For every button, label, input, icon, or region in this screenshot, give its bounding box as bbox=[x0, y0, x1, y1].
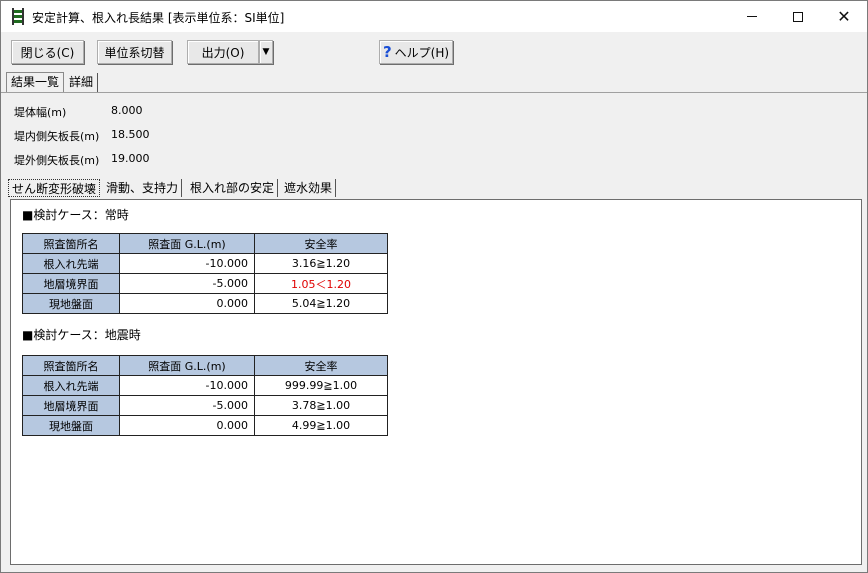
info-value: 8.000 bbox=[111, 104, 143, 117]
window-bottom-edge bbox=[1, 567, 867, 572]
app-icon bbox=[11, 8, 25, 25]
cell-gl: -5.000 bbox=[119, 395, 255, 416]
cell-location: 現地盤面 bbox=[22, 293, 120, 314]
cell-safety-factor: 3.78≧1.00 bbox=[254, 395, 388, 416]
title-bar[interactable]: 安定計算、根入れ長結果 [表示単位系：SI単位] ✕ bbox=[1, 1, 867, 32]
table-row: 地層境界面 -5.000 3.78≧1.00 bbox=[22, 395, 388, 416]
case-title-seismic: ■検討ケース：地震時 bbox=[22, 328, 141, 342]
maximize-icon bbox=[793, 11, 803, 22]
cell-location: 地層境界面 bbox=[22, 395, 120, 416]
info-label: 堤体幅(m) bbox=[14, 106, 67, 119]
header-safety-factor: 安全率 bbox=[254, 355, 388, 376]
cell-gl: 0.000 bbox=[119, 415, 255, 436]
minimize-button[interactable] bbox=[729, 1, 775, 32]
subtab-seepage-cutoff[interactable]: 遮水効果 bbox=[281, 179, 337, 197]
tab-detail[interactable]: 詳細 bbox=[65, 73, 99, 92]
help-button[interactable]: ? ヘルプ(H) bbox=[379, 40, 453, 64]
table-row: 根入れ先端 -10.000 999.99≧1.00 bbox=[22, 375, 388, 396]
info-value: 19.000 bbox=[111, 152, 150, 165]
cell-safety-factor: 5.04≧1.20 bbox=[254, 293, 388, 314]
cell-location: 根入れ先端 bbox=[22, 253, 120, 274]
table-row: 現地盤面 0.000 4.99≧1.00 bbox=[22, 415, 388, 436]
info-value: 18.500 bbox=[111, 128, 150, 141]
subtab-embedment-stability[interactable]: 根入れ部の安定 bbox=[187, 179, 279, 197]
subtab-shear-deformation[interactable]: せん断変形破壊 bbox=[8, 179, 101, 197]
cell-gl: -5.000 bbox=[119, 273, 255, 294]
table-header-row: 照査箇所名 照査面 G.L.(m) 安全率 bbox=[22, 233, 388, 254]
cell-safety-factor-ng: 1.05＜1.20 bbox=[254, 273, 388, 294]
close-button[interactable]: 閉じる(C) bbox=[11, 40, 84, 64]
table-row: 地層境界面 -5.000 1.05＜1.20 bbox=[22, 273, 388, 294]
table-header-row: 照査箇所名 照査面 G.L.(m) 安全率 bbox=[22, 355, 388, 376]
header-gl: 照査面 G.L.(m) bbox=[119, 355, 255, 376]
cell-gl: -10.000 bbox=[119, 253, 255, 274]
cell-gl: 0.000 bbox=[119, 293, 255, 314]
close-window-button[interactable]: ✕ bbox=[821, 1, 867, 32]
maximize-button[interactable] bbox=[775, 1, 821, 32]
header-gl: 照査面 G.L.(m) bbox=[119, 233, 255, 254]
header-safety-factor: 安全率 bbox=[254, 233, 388, 254]
cell-safety-factor: 999.99≧1.00 bbox=[254, 375, 388, 396]
tab-divider bbox=[1, 92, 867, 93]
info-row-inner-sheetpile: 堤内側矢板長(m) 18.500 bbox=[14, 128, 150, 144]
toolbar: 閉じる(C) 単位系切替 出力(O) ▼ ? ヘルプ(H) bbox=[1, 32, 867, 70]
result-table-normal: 照査箇所名 照査面 G.L.(m) 安全率 根入れ先端 -10.000 3.16… bbox=[22, 233, 388, 314]
help-icon: ? bbox=[382, 43, 392, 61]
case-title-normal: ■検討ケース：常時 bbox=[22, 208, 129, 222]
cell-gl: -10.000 bbox=[119, 375, 255, 396]
header-location: 照査箇所名 bbox=[22, 233, 120, 254]
cell-location: 地層境界面 bbox=[22, 273, 120, 294]
minimize-icon bbox=[747, 16, 757, 17]
unit-switch-button[interactable]: 単位系切替 bbox=[97, 40, 172, 64]
window-title: 安定計算、根入れ長結果 [表示単位系：SI単位] bbox=[32, 11, 285, 25]
info-row-outer-sheetpile: 堤外側矢板長(m) 19.000 bbox=[14, 152, 150, 168]
result-table-seismic: 照査箇所名 照査面 G.L.(m) 安全率 根入れ先端 -10.000 999.… bbox=[22, 355, 388, 436]
table-row: 現地盤面 0.000 5.04≧1.20 bbox=[22, 293, 388, 314]
info-label: 堤外側矢板長(m) bbox=[14, 154, 100, 167]
cell-safety-factor: 3.16≧1.20 bbox=[254, 253, 388, 274]
help-label: ヘルプ(H) bbox=[394, 45, 450, 60]
info-row-levee-width: 堤体幅(m) 8.000 bbox=[14, 104, 143, 120]
table-row: 根入れ先端 -10.000 3.16≧1.20 bbox=[22, 253, 388, 274]
tab-result-list[interactable]: 結果一覧 bbox=[6, 72, 65, 93]
cell-safety-factor: 4.99≧1.00 bbox=[254, 415, 388, 436]
result-panel: ■検討ケース：常時 照査箇所名 照査面 G.L.(m) 安全率 根入れ先端 -1… bbox=[10, 199, 862, 565]
result-window: 安定計算、根入れ長結果 [表示単位系：SI単位] ✕ 閉じる(C) 単位系切替 … bbox=[0, 0, 868, 573]
subtab-sliding-bearing[interactable]: 滑動、支持力 bbox=[103, 179, 183, 197]
cell-location: 根入れ先端 bbox=[22, 375, 120, 396]
cell-location: 現地盤面 bbox=[22, 415, 120, 436]
output-dropdown-button[interactable]: ▼ bbox=[259, 40, 273, 64]
info-label: 堤内側矢板長(m) bbox=[14, 130, 100, 143]
close-icon: ✕ bbox=[837, 7, 851, 26]
header-location: 照査箇所名 bbox=[22, 355, 120, 376]
output-button[interactable]: 出力(O) bbox=[187, 40, 259, 64]
